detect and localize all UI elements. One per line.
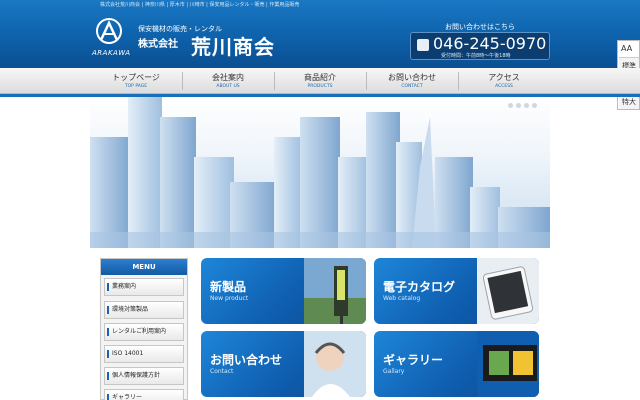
arakawa-logo-icon[interactable] bbox=[96, 18, 122, 44]
contact-label: お問い合わせはこちら bbox=[445, 23, 515, 31]
banner-title: ギャラリー bbox=[383, 353, 444, 367]
nav-item-about[interactable]: 会社案内 ABOUT US bbox=[182, 68, 274, 94]
banner-title: 電子カタログ bbox=[383, 280, 456, 294]
banner-title: お問い合わせ bbox=[210, 353, 283, 367]
menu-item-eco-products[interactable]: 環境対策製品 bbox=[104, 301, 184, 319]
nav-label: 商品紹介 bbox=[304, 73, 336, 82]
banner-title: 新製品 bbox=[210, 280, 247, 294]
banner-subtitle: Gallary bbox=[383, 368, 405, 375]
banner-subtitle: Web catalog bbox=[383, 295, 421, 302]
phone-number: 046-245-0970 bbox=[433, 34, 547, 53]
nav-label: アクセス bbox=[488, 73, 520, 82]
nav-label: お問い合わせ bbox=[388, 73, 436, 82]
logo-wordmark: ARAKAWA bbox=[92, 49, 131, 57]
menu-item-rental-guide[interactable]: レンタルご利用案内 bbox=[104, 323, 184, 341]
slide-dot[interactable] bbox=[516, 103, 521, 108]
company-prefix: 株式会社 bbox=[138, 39, 178, 50]
menu-item-business[interactable]: 業務案内 bbox=[104, 278, 184, 296]
film-strip-icon bbox=[477, 331, 539, 397]
header-keywords: 株式会社荒川商会 | 神奈川県 | 厚木市 | 川崎市 | 保安用品レンタル・販… bbox=[100, 2, 300, 8]
gallery-banner[interactable]: ギャラリー Gallary bbox=[374, 331, 539, 397]
menu-item-privacy[interactable]: 個人情報保護方針 bbox=[104, 367, 184, 385]
product-photo bbox=[304, 258, 366, 324]
menu-title: MENU bbox=[101, 259, 187, 275]
menu-item-iso[interactable]: ISO 14001 bbox=[104, 345, 184, 363]
nav-label: 会社案内 bbox=[212, 73, 244, 82]
tablet-icon bbox=[477, 258, 539, 324]
banner-subtitle: Contact bbox=[210, 368, 234, 375]
cityscape-image bbox=[90, 97, 550, 248]
nav-sublabel: CONTACT bbox=[401, 84, 423, 89]
business-hours: 受付時間：午前8時〜午後18時 bbox=[441, 53, 511, 59]
contact-panel: お問い合わせはこちら 046-245-0970 受付時間：午前8時〜午後18時 bbox=[410, 22, 550, 60]
menu-item-gallery[interactable]: ギャラリー bbox=[104, 389, 184, 400]
contact-banner[interactable]: お問い合わせ Contact bbox=[201, 331, 366, 397]
company-name[interactable]: 荒川商会 bbox=[191, 31, 275, 60]
phone-icon bbox=[417, 39, 429, 51]
new-product-banner[interactable]: 新製品 New product bbox=[201, 258, 366, 324]
nav-sublabel: ABOUT US bbox=[216, 84, 240, 89]
nav-label: トップページ bbox=[112, 73, 160, 82]
nav-sublabel: ACCESS bbox=[495, 84, 513, 89]
slide-dot[interactable] bbox=[508, 103, 513, 108]
hero-slideshow[interactable] bbox=[90, 97, 550, 248]
nav-item-top[interactable]: トップページ TOP PAGE bbox=[90, 68, 182, 94]
phone-box[interactable]: 046-245-0970 受付時間：午前8時〜午後18時 bbox=[410, 32, 550, 60]
web-catalog-banner[interactable]: 電子カタログ Web catalog bbox=[374, 258, 539, 324]
slide-dot[interactable] bbox=[524, 103, 529, 108]
operator-photo bbox=[304, 331, 366, 397]
nav-item-products[interactable]: 商品紹介 PRODUCTS bbox=[274, 68, 366, 94]
nav-item-access[interactable]: アクセス ACCESS bbox=[458, 68, 550, 94]
banner-subtitle: New product bbox=[210, 295, 249, 302]
side-menu: MENU 業務案内 環境対策製品 レンタルご利用案内 ISO 14001 個人情… bbox=[100, 258, 188, 400]
slide-dot[interactable] bbox=[532, 103, 537, 108]
nav-sublabel: TOP PAGE bbox=[124, 84, 148, 89]
nav-sublabel: PRODUCTS bbox=[307, 84, 333, 89]
nav-item-contact[interactable]: お問い合わせ CONTACT bbox=[366, 68, 458, 94]
font-size-icon: AA bbox=[621, 44, 633, 53]
